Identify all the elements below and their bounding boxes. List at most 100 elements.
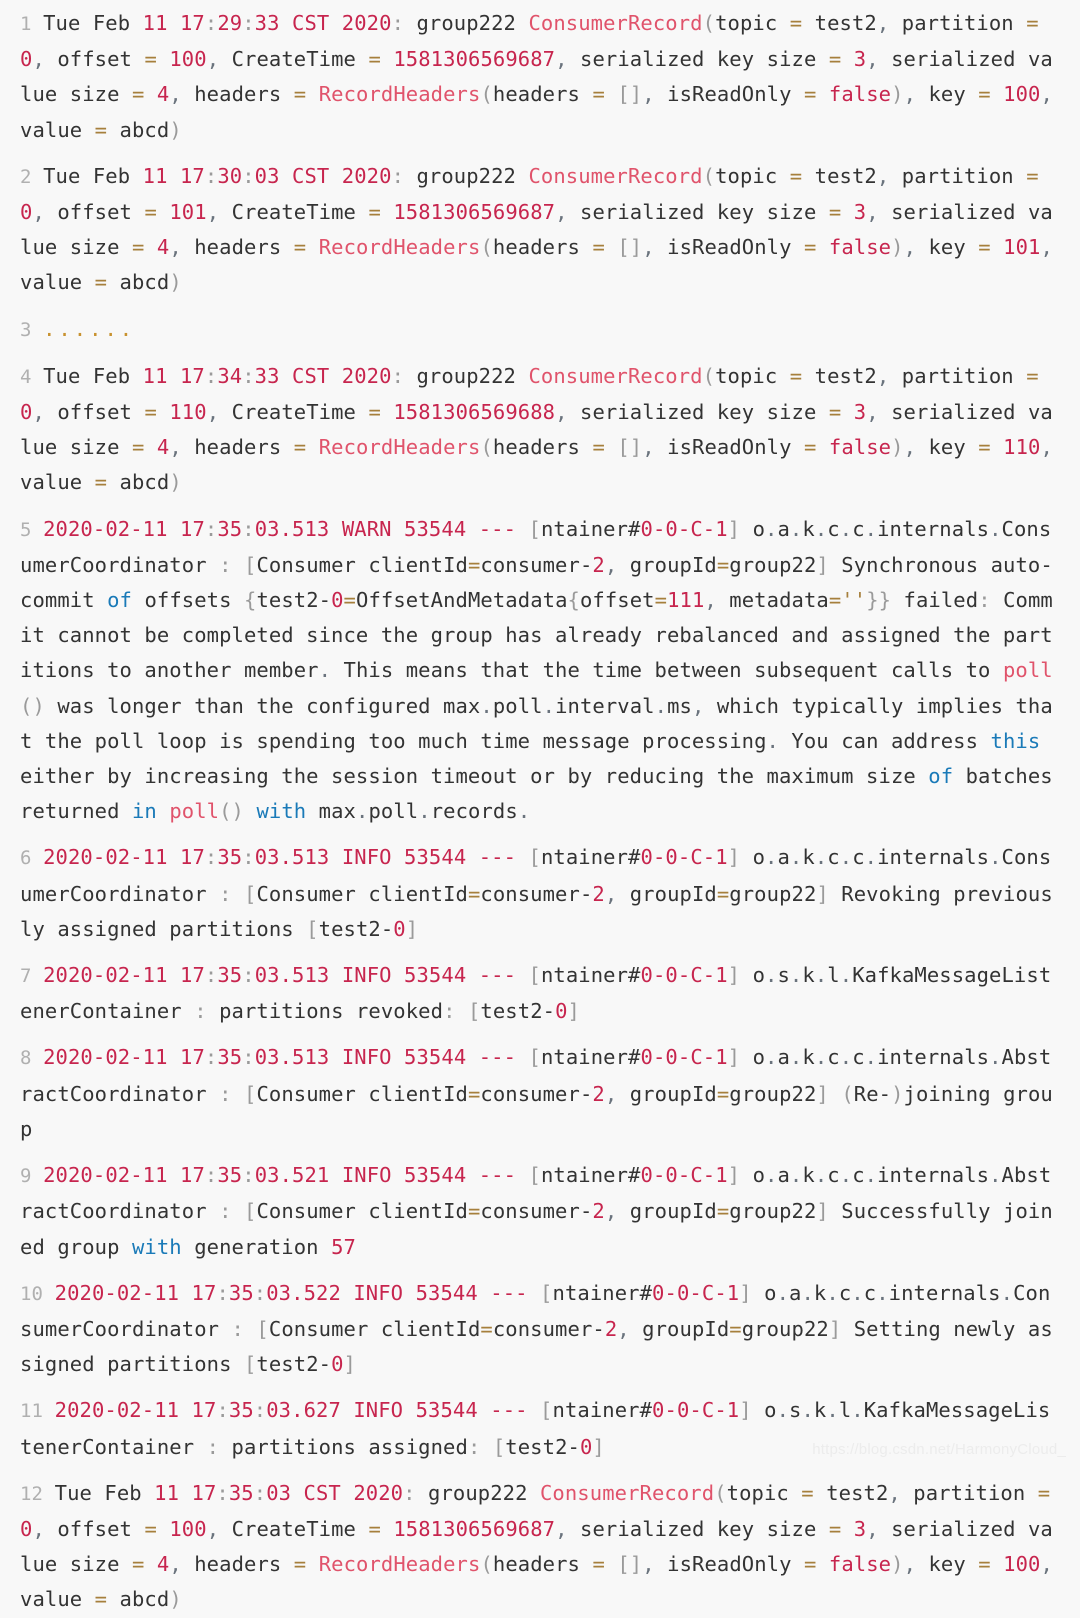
log-token: ] [592, 1434, 605, 1459]
log-token: . [789, 1045, 803, 1070]
log-token: You can address [778, 728, 991, 753]
log-token: = [368, 400, 381, 425]
line-number: 8 [20, 1047, 44, 1070]
log-token: '' [841, 588, 867, 613]
log-token: , [1040, 1552, 1053, 1577]
log-token: , [866, 47, 879, 72]
log-token: - [689, 1398, 702, 1423]
log-line: 1 Tue Feb 11 17:29:33 CST 2020: group222… [20, 6, 1060, 148]
log-token [816, 235, 828, 259]
log-token: abcd [107, 117, 170, 142]
log-token: topic [715, 11, 790, 35]
log-token: Tue Feb [43, 163, 143, 188]
line-number: 7 [20, 965, 44, 988]
log-line: 5 2020-02-11 17:35:03.513 WARN 53544 ---… [20, 512, 1060, 830]
log-token: - [104, 1280, 117, 1305]
log-token: = [1026, 163, 1039, 188]
log-token: interval [555, 693, 655, 718]
log-token: headers [181, 82, 294, 107]
log-token: = [144, 400, 157, 425]
log-token: 11 [142, 963, 168, 988]
log-token: 29 [217, 11, 243, 35]
log-token: ntainer# [540, 516, 641, 541]
log-token: 35 [228, 1480, 254, 1505]
log-token: CST [292, 363, 330, 388]
log-token: 0 [331, 588, 344, 613]
log-token: 17 [179, 163, 205, 188]
log-token [605, 235, 617, 259]
log-token: --- [478, 845, 517, 870]
log-token: = [144, 200, 157, 225]
log-token: C [690, 1163, 703, 1188]
log-token: headers [492, 435, 593, 460]
log-token: . [864, 1045, 878, 1070]
log-token: 1 [715, 1045, 728, 1070]
log-token: 110 [1003, 435, 1041, 460]
log-token: 1 [726, 1398, 740, 1423]
log-token: 0 [20, 47, 33, 72]
log-token: [ [540, 1398, 553, 1423]
log-token: 0 [640, 963, 653, 988]
log-token: . [826, 1280, 839, 1305]
log-token: : [219, 881, 232, 906]
log-token: , [866, 200, 879, 225]
log-token [280, 164, 292, 188]
log-token: 35 [228, 1280, 254, 1305]
log-token: . [814, 1045, 828, 1070]
log-token [179, 1281, 191, 1305]
log-token: ] [727, 1163, 741, 1188]
log-token: () [219, 799, 244, 824]
log-token: - [92, 516, 106, 541]
log-token: ConsumerRecord [539, 1480, 715, 1505]
log-token [816, 435, 828, 459]
log-token: . [864, 1163, 878, 1188]
log-token: . [279, 963, 293, 988]
log-token: [ [243, 1352, 257, 1377]
log-token [144, 82, 156, 106]
log-token [232, 553, 244, 577]
log-token: - [92, 963, 106, 988]
log-token: : [242, 1163, 255, 1188]
log-token: groupId [629, 1316, 730, 1341]
log-token: c [827, 516, 840, 541]
log-token: . [766, 728, 779, 753]
log-token: - [677, 1163, 691, 1188]
log-token: ] [567, 999, 580, 1024]
log-token: partitions revoked [206, 999, 444, 1024]
log-code-block[interactable]: 1 Tue Feb 11 17:29:33 CST 2020: group222… [0, 0, 1080, 1618]
log-token [466, 1045, 478, 1069]
log-token: internals [877, 1163, 990, 1188]
log-token: - [714, 1398, 727, 1423]
log-token [144, 1552, 156, 1576]
log-token: . [776, 1398, 790, 1423]
log-token: . [801, 1280, 814, 1305]
log-token: 33 [254, 11, 280, 35]
log-token: This means that the time between subsequ… [331, 658, 1003, 683]
log-token: consumer- [492, 1316, 605, 1341]
log-token: 0 [20, 200, 33, 225]
log-token [991, 235, 1003, 259]
log-token: 11 [154, 1398, 180, 1423]
log-token: a [789, 1280, 802, 1305]
log-token: 100 [1003, 82, 1041, 107]
log-token: INFO [353, 1398, 404, 1423]
log-token: : [216, 1480, 229, 1505]
log-token: ) [891, 1081, 904, 1106]
log-token: group22 [729, 1081, 817, 1106]
log-token: ] [727, 516, 741, 541]
log-token: with [256, 799, 307, 824]
log-token: [ [492, 1434, 506, 1459]
log-token: = [789, 11, 803, 35]
log-token: 03 [254, 1163, 280, 1188]
log-token: o [751, 1280, 777, 1305]
log-token: failed [891, 588, 979, 613]
log-token: . [542, 693, 556, 718]
log-token: 101 [1003, 235, 1041, 260]
log-token: 2 [592, 881, 605, 906]
log-token: false [828, 82, 892, 107]
log-token: = [716, 881, 730, 906]
log-token: 1581306569687 [393, 1516, 556, 1541]
log-token [1039, 164, 1051, 188]
log-token: ConsumerRecord [528, 363, 703, 388]
log-token: ] [739, 1280, 752, 1305]
